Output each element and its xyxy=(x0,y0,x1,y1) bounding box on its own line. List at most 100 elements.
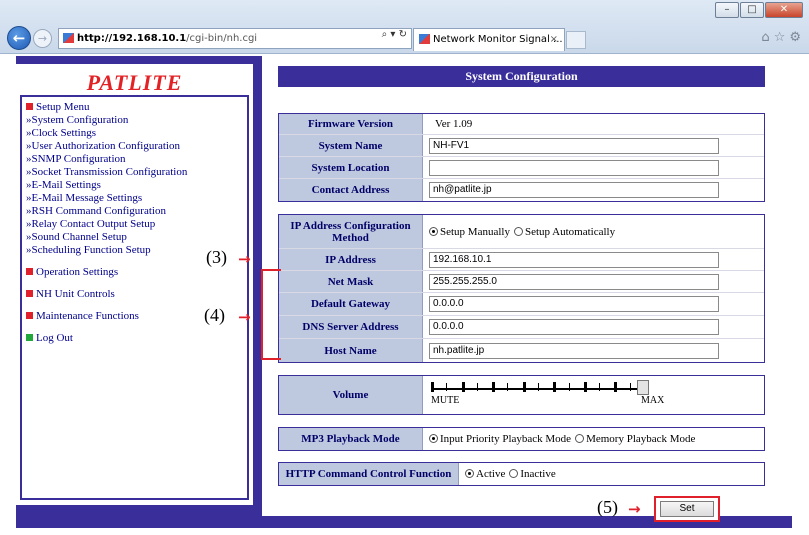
menu-nh-unit-controls[interactable]: NH Unit Controls xyxy=(26,288,245,301)
browser-chrome: – □ ✕ ← → http://192.168.10.1/cgi-bin/nh… xyxy=(0,0,809,54)
menu-item-user-authorization[interactable]: »User Authorization Configuration xyxy=(26,140,245,153)
sidebar: PATLITE Setup Menu »System Configuration… xyxy=(16,64,253,505)
volume-slider[interactable]: MUTE MAX xyxy=(429,379,669,411)
menu-item-rsh-command[interactable]: »RSH Command Configuration xyxy=(26,205,245,218)
system-location-input[interactable] xyxy=(429,159,719,176)
back-arrow-icon[interactable]: ← xyxy=(7,26,31,50)
main-panel: System Configuration Firmware Version Ve… xyxy=(262,56,792,522)
slider-tick xyxy=(431,382,434,392)
slider-tick xyxy=(507,383,508,391)
menu-item-clock-settings[interactable]: »Clock Settings xyxy=(26,127,245,140)
label-ip-address: IP Address xyxy=(279,249,423,270)
menu-item-email-message[interactable]: »E-Mail Message Settings xyxy=(26,192,245,205)
forward-arrow-icon[interactable]: → xyxy=(33,29,52,48)
radio-memory-playback[interactable]: Memory Playback Mode xyxy=(575,433,695,445)
tab-close-icon[interactable]: × xyxy=(550,29,558,50)
menu-item-relay-contact[interactable]: »Relay Contact Output Setup xyxy=(26,218,245,231)
favorites-star-icon[interactable]: ☆ xyxy=(774,30,786,45)
row-ip-config-method: IP Address Configuration Method Setup Ma… xyxy=(279,215,764,249)
dns-server-input[interactable]: 0.0.0.0 xyxy=(429,319,719,335)
menu-log-out[interactable]: Log Out xyxy=(26,332,245,345)
minimize-button[interactable]: – xyxy=(715,2,739,18)
menu-item-socket-transmission[interactable]: »Socket Transmission Configuration xyxy=(26,166,245,179)
address-bar[interactable]: http://192.168.10.1/cgi-bin/nh.cgi ⌕ ▾ ↻ xyxy=(58,28,412,49)
slider-tick xyxy=(446,383,447,391)
mp3-group: MP3 Playback Mode Input Priority Playbac… xyxy=(278,427,765,451)
row-firmware-version: Firmware Version Ver 1.09 xyxy=(279,114,764,135)
net-mask-input[interactable]: 255.255.255.0 xyxy=(429,273,719,290)
slider-tick xyxy=(614,382,617,392)
radio-input-priority[interactable]: Input Priority Playback Mode xyxy=(429,433,571,445)
annotation-3: (3) xyxy=(206,247,227,267)
row-host-name: Host Name nh.patlite.jp xyxy=(279,339,764,362)
menu-item-system-configuration[interactable]: »System Configuration xyxy=(26,114,245,127)
radio-unselected-icon xyxy=(509,469,519,478)
annotation-4-bracket xyxy=(261,269,281,360)
row-contact-address: Contact Address nh@patlite.jp xyxy=(279,179,764,201)
label-default-gateway: Default Gateway xyxy=(279,293,423,315)
slider-tick xyxy=(477,383,478,391)
radio-setup-manually[interactable]: Setup Manually xyxy=(429,226,510,238)
set-button-highlight: Set xyxy=(654,496,720,522)
page-background: PATLITE Setup Menu »System Configuration… xyxy=(16,56,792,528)
radio-selected-icon xyxy=(429,434,438,443)
red-square-icon xyxy=(26,268,33,275)
row-http-command: HTTP Command Control Function Active Ina… xyxy=(279,463,764,485)
menu-setup[interactable]: Setup Menu xyxy=(26,101,245,114)
url-host: http://192.168.10.1 xyxy=(77,33,187,44)
tab-title: Network Monitor Signal ... xyxy=(433,34,563,45)
maximize-button[interactable]: □ xyxy=(740,2,764,18)
red-square-icon xyxy=(26,312,33,319)
row-system-location: System Location xyxy=(279,157,764,179)
slider-thumb[interactable] xyxy=(637,380,649,395)
menu-frame: Setup Menu »System Configuration »Clock … xyxy=(20,95,249,500)
set-button[interactable]: Set xyxy=(660,501,714,517)
firmware-version-value: Ver 1.09 xyxy=(435,118,473,130)
label-firmware-version: Firmware Version xyxy=(279,114,423,134)
red-square-icon xyxy=(26,103,33,110)
browser-tab[interactable]: Network Monitor Signal ... × xyxy=(413,28,565,51)
row-volume: Volume MUTE MAX xyxy=(279,376,764,414)
new-tab-button[interactable] xyxy=(566,31,586,49)
radio-unselected-icon xyxy=(575,434,585,443)
annotation-4: (4) xyxy=(204,305,225,325)
annotation-5: (5) xyxy=(597,497,618,517)
slider-tick xyxy=(462,382,465,392)
annotation-5-arrow-icon: → xyxy=(628,500,641,518)
label-ip-config-method: IP Address Configuration Method xyxy=(279,215,423,248)
system-name-input[interactable]: NH-FV1 xyxy=(429,137,719,154)
green-square-icon xyxy=(26,334,33,341)
label-http-command: HTTP Command Control Function xyxy=(279,463,459,485)
red-square-icon xyxy=(26,290,33,297)
label-mp3-mode: MP3 Playback Mode xyxy=(279,428,423,450)
radio-setup-automatically[interactable]: Setup Automatically xyxy=(513,226,615,238)
url-path: /cgi-bin/nh.cgi xyxy=(186,33,258,44)
close-window-button[interactable]: ✕ xyxy=(765,2,803,18)
label-volume: Volume xyxy=(279,376,423,414)
radio-active[interactable]: Active xyxy=(465,468,505,480)
window-controls: – □ ✕ xyxy=(715,2,803,18)
contact-address-input[interactable]: nh@patlite.jp xyxy=(429,182,719,198)
annotation-4-arrow-icon: → xyxy=(238,308,251,326)
ip-address-input[interactable]: 192.168.10.1 xyxy=(429,251,719,268)
label-system-name: System Name xyxy=(279,135,423,156)
annotation-3-arrow-icon: → xyxy=(238,250,251,268)
slider-min-label: MUTE xyxy=(431,395,460,406)
address-controls[interactable]: ⌕ ▾ ↻ xyxy=(382,29,407,40)
page-title: System Configuration xyxy=(278,66,765,87)
menu-item-snmp[interactable]: »SNMP Configuration xyxy=(26,153,245,166)
settings-gear-icon[interactable]: ⚙ xyxy=(789,30,801,45)
slider-tick xyxy=(492,382,495,392)
default-gateway-input[interactable]: 0.0.0.0 xyxy=(429,296,719,312)
toolbar-icons: ⌂ ☆ ⚙ xyxy=(761,30,801,45)
system-info-group: Firmware Version Ver 1.09 System Name NH… xyxy=(278,113,765,202)
label-host-name: Host Name xyxy=(279,339,423,362)
slider-tick xyxy=(538,383,539,391)
slider-tick xyxy=(553,382,556,392)
radio-inactive[interactable]: Inactive xyxy=(509,468,556,480)
home-icon[interactable]: ⌂ xyxy=(761,30,769,45)
menu-item-email-settings[interactable]: »E-Mail Settings xyxy=(26,179,245,192)
menu-item-sound-channel[interactable]: »Sound Channel Setup xyxy=(26,231,245,244)
slider-tick xyxy=(599,383,600,391)
host-name-input[interactable]: nh.patlite.jp xyxy=(429,342,719,359)
